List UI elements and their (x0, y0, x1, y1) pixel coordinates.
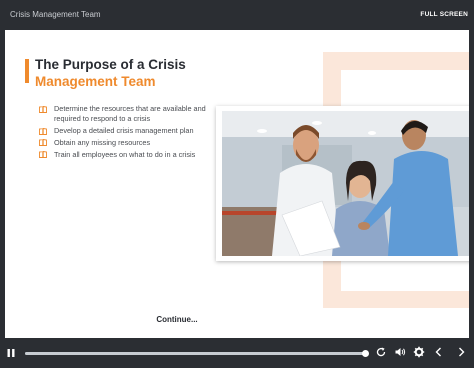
seek-handle[interactable] (361, 350, 369, 357)
bullet-item: Develop a detailed crisis management pla… (39, 126, 219, 136)
player-controls (0, 338, 474, 368)
previous-icon[interactable] (433, 346, 445, 358)
book-icon (39, 105, 47, 113)
seek-bar-progress (25, 352, 365, 355)
top-bar: Crisis Management Team FULL SCREEN (0, 0, 474, 30)
coworkers-photo-illustration (222, 111, 469, 256)
slide-canvas: The Purpose of a Crisis Management Team … (5, 30, 469, 338)
bullet-text: Train all employees on what to do in a c… (54, 149, 196, 159)
settings-icon[interactable] (413, 346, 425, 358)
team-photo (216, 106, 469, 261)
course-title: Crisis Management Team (10, 10, 101, 19)
heading-accent-bar (25, 59, 29, 83)
replay-icon[interactable] (375, 346, 387, 358)
bullet-item: Train all employees on what to do in a c… (39, 150, 219, 160)
bullet-list: Determine the resources that are availab… (39, 104, 219, 161)
pause-icon[interactable] (6, 348, 16, 358)
bullet-text: Obtain any missing resources (54, 137, 151, 147)
bullet-item: Obtain any missing resources (39, 138, 219, 148)
bullet-text: Determine the resources that are availab… (54, 104, 206, 124)
full-screen-button[interactable]: FULL SCREEN (420, 11, 468, 18)
volume-icon[interactable] (394, 346, 406, 358)
book-icon (39, 139, 47, 147)
seek-bar[interactable] (25, 350, 369, 357)
next-icon[interactable] (455, 346, 467, 358)
continue-button[interactable]: Continue... (5, 315, 349, 324)
slide-heading-highlight: Management Team (35, 74, 156, 89)
slide-heading: The Purpose of a Crisis (35, 57, 186, 72)
book-icon (39, 151, 47, 159)
bullet-item: Determine the resources that are availab… (39, 104, 219, 125)
book-icon (39, 127, 47, 135)
bullet-text: Develop a detailed crisis management pla… (54, 126, 194, 136)
